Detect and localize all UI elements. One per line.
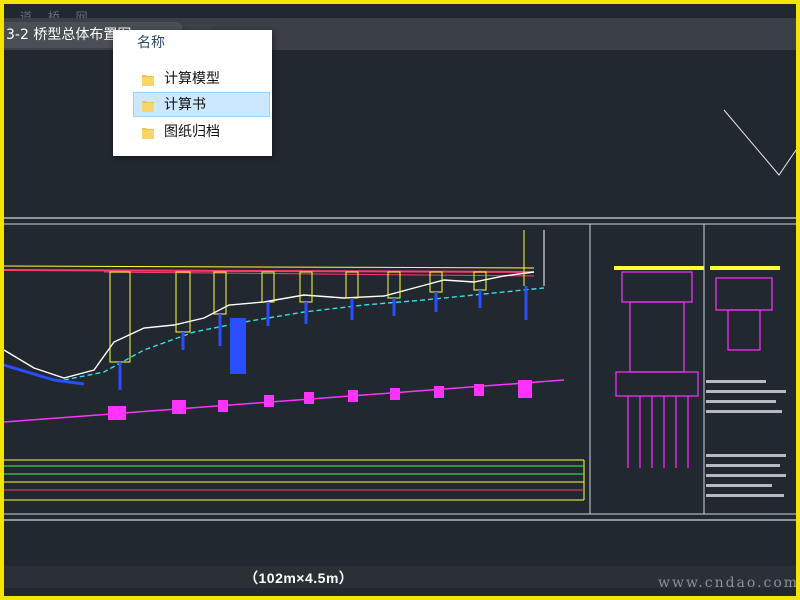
folder-item-label: 计算模型 (164, 71, 220, 87)
folder-item-calc-model[interactable]: 计算模型 (133, 66, 270, 91)
folder-dropdown: 名称 计算模型 计算书 图纸归档 (113, 30, 272, 156)
folder-icon (142, 101, 154, 112)
folder-item-label: 图纸归档 (164, 124, 220, 140)
scale-label: （102m×4.5m） (244, 570, 354, 586)
folder-item-drawing-archive[interactable]: 图纸归档 (133, 119, 270, 144)
folder-item-label: 计算书 (164, 97, 206, 113)
column-header-name[interactable]: 名称 (137, 32, 165, 52)
folder-icon (142, 75, 154, 86)
bottom-watermark: www.cndao.com (658, 575, 796, 591)
folder-icon (142, 128, 154, 139)
folder-item-calc-book[interactable]: 计算书 (133, 92, 270, 117)
